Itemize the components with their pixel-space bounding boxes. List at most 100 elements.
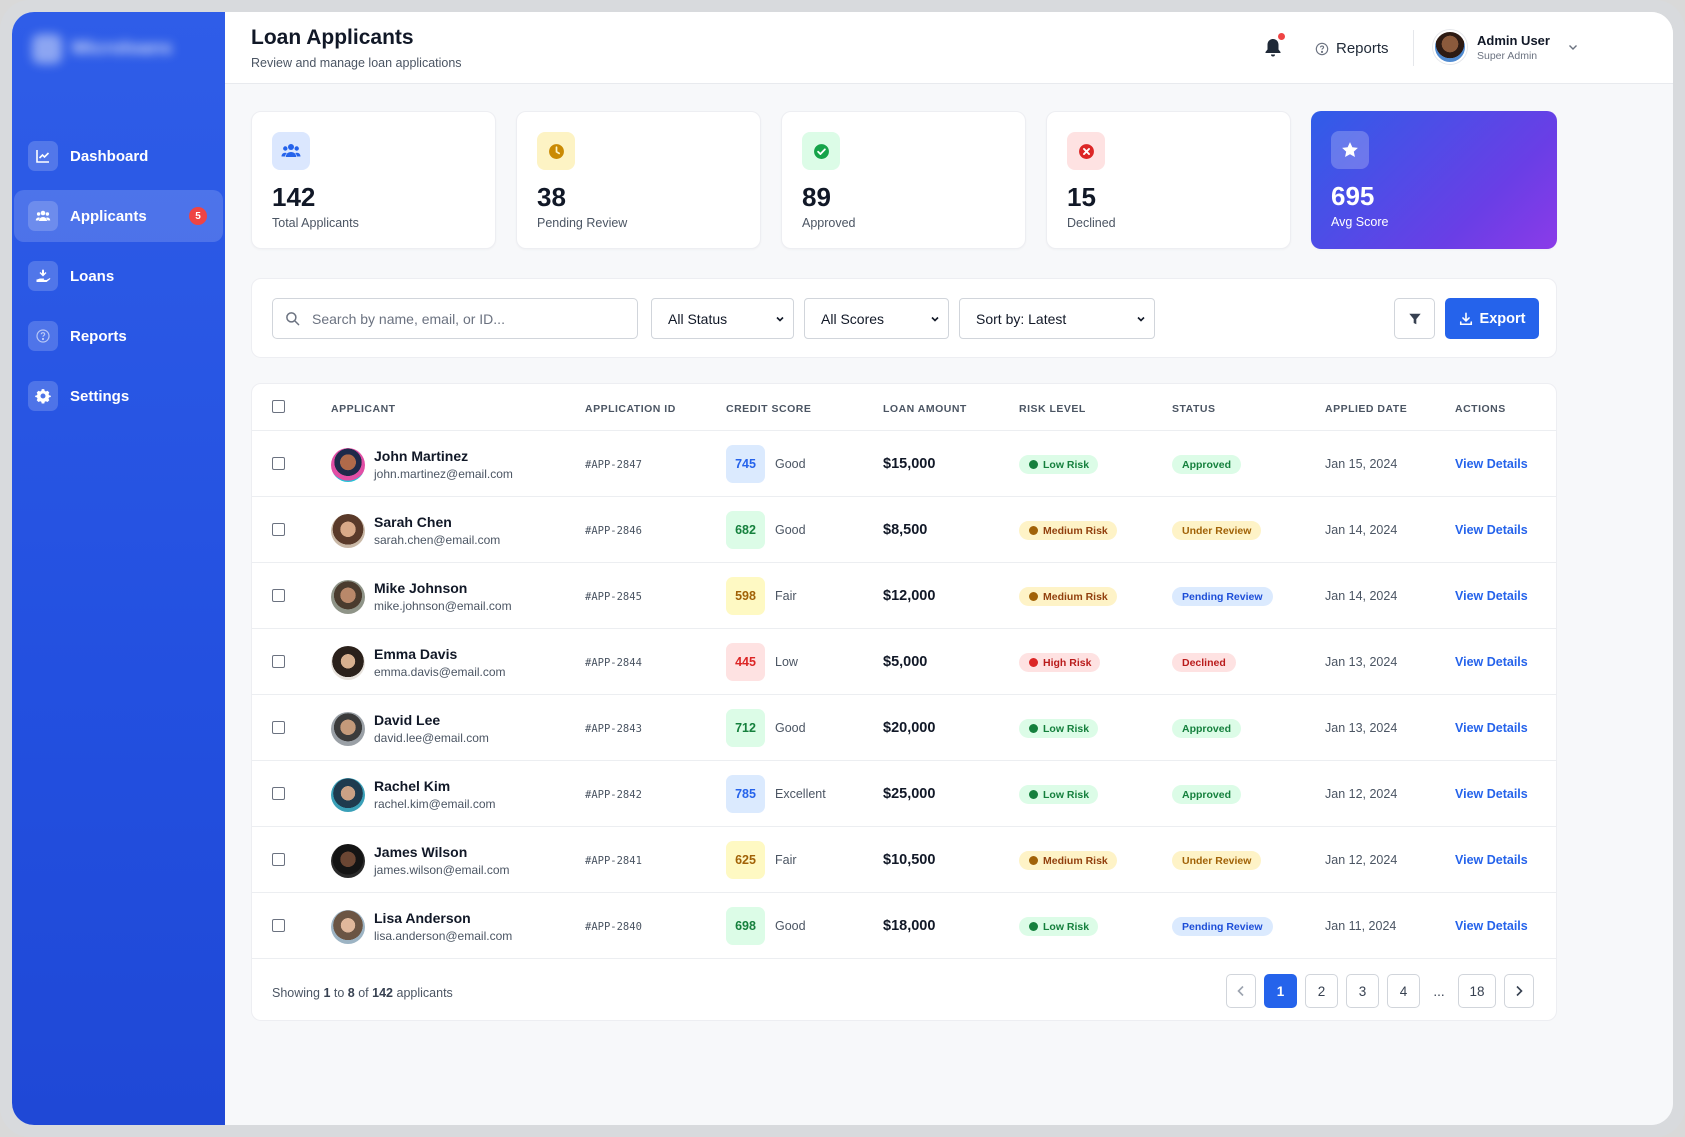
- chart-line-icon: [28, 141, 58, 171]
- risk-badge: Medium Risk: [1019, 521, 1117, 540]
- filter-button[interactable]: [1394, 298, 1435, 339]
- row-checkbox[interactable]: [272, 589, 285, 602]
- applied-date: Jan 13, 2024: [1325, 655, 1398, 669]
- credit-score: 712: [726, 709, 765, 747]
- row-checkbox[interactable]: [272, 523, 285, 536]
- applied-date: Jan 14, 2024: [1325, 589, 1398, 603]
- help-circle-icon: [1315, 42, 1329, 55]
- loan-amount: $10,500: [883, 852, 936, 868]
- applied-date: Jan 12, 2024: [1325, 853, 1398, 867]
- sidebar-item-label: Loans: [70, 267, 115, 285]
- risk-dot: [1029, 592, 1038, 601]
- view-details-link[interactable]: View Details: [1455, 589, 1528, 603]
- select-all-checkbox[interactable]: [272, 400, 285, 413]
- notification-badge: 5: [189, 207, 207, 225]
- stat-label: Declined: [1067, 216, 1116, 230]
- view-details-link[interactable]: View Details: [1455, 655, 1528, 669]
- credit-score-label: Good: [775, 919, 806, 933]
- risk-badge: Low Risk: [1019, 719, 1099, 738]
- sidebar-item-loans[interactable]: Loans: [14, 250, 223, 302]
- table-row: Lisa Anderson lisa.anderson@email.com #A…: [252, 893, 1556, 959]
- column-header: APPLIED DATE: [1325, 403, 1408, 415]
- applicants-table: APPLICANT APPLICATION ID CREDIT SCORE LO…: [251, 383, 1557, 1021]
- view-details-link[interactable]: View Details: [1455, 853, 1528, 867]
- row-checkbox[interactable]: [272, 787, 285, 800]
- page-button[interactable]: 18: [1458, 974, 1496, 1008]
- pagination-ellipsis: ...: [1433, 983, 1445, 999]
- applicant-email: john.martinez@email.com: [374, 467, 513, 481]
- applied-date: Jan 12, 2024: [1325, 787, 1398, 801]
- column-header: ACTIONS: [1455, 403, 1506, 415]
- page-subtitle: Review and manage loan applications: [251, 56, 462, 70]
- applied-date: Jan 13, 2024: [1325, 721, 1398, 735]
- brand-logo: [32, 34, 62, 64]
- stat-value: 38: [537, 182, 566, 212]
- header-divider: [1413, 30, 1414, 66]
- sidebar-item-settings[interactable]: Settings: [14, 370, 223, 422]
- row-checkbox[interactable]: [272, 853, 285, 866]
- topbar: Loan Applicants Review and manage loan a…: [225, 12, 1673, 84]
- table-header: APPLICANT APPLICATION ID CREDIT SCORE LO…: [252, 384, 1556, 431]
- credit-score: 598: [726, 577, 765, 615]
- search-input[interactable]: [312, 310, 612, 327]
- table-row: Sarah Chen sarah.chen@email.com #APP-284…: [252, 497, 1556, 563]
- risk-dot: [1029, 658, 1038, 667]
- risk-label: Low Risk: [1043, 920, 1090, 933]
- status-badge: Approved: [1172, 719, 1242, 738]
- user-menu[interactable]: Admin User Super Admin: [1433, 30, 1578, 64]
- column-header: STATUS: [1172, 403, 1216, 415]
- table-row: John Martinez john.martinez@email.com #A…: [252, 431, 1556, 497]
- view-details-link[interactable]: View Details: [1455, 457, 1528, 471]
- applicant-name: James Wilson: [374, 844, 468, 860]
- row-checkbox[interactable]: [272, 457, 285, 470]
- stat-label: Avg Score: [1331, 215, 1389, 229]
- x-circle-icon: [1067, 132, 1105, 170]
- applicant-name: Lisa Anderson: [374, 910, 471, 926]
- page-button[interactable]: 2: [1305, 974, 1338, 1008]
- showing-prefix: Showing: [272, 986, 320, 1000]
- chevron-left-icon: [1237, 985, 1244, 997]
- sidebar-item-reports[interactable]: Reports: [14, 310, 223, 362]
- view-details-link[interactable]: View Details: [1455, 721, 1528, 735]
- view-details-link[interactable]: View Details: [1455, 919, 1528, 933]
- scores-select[interactable]: All Scores: [804, 298, 949, 339]
- credit-score-label: Good: [775, 457, 806, 471]
- applicant-email: lisa.anderson@email.com: [374, 929, 513, 943]
- sidebar-item-label: Reports: [70, 327, 127, 345]
- status-badge: Pending Review: [1172, 587, 1273, 606]
- avatar: [331, 514, 365, 548]
- filter-bar: All Status All Scores Sort by: Latest Ex…: [251, 278, 1557, 358]
- view-details-link[interactable]: View Details: [1455, 787, 1528, 801]
- stat-value: 15: [1067, 182, 1096, 212]
- sort-select[interactable]: Sort by: Latest: [959, 298, 1155, 339]
- row-checkbox[interactable]: [272, 721, 285, 734]
- sidebar-item-label: Dashboard: [70, 147, 149, 165]
- showing-of-word: of: [358, 986, 369, 1000]
- view-details-link[interactable]: View Details: [1455, 523, 1528, 537]
- row-checkbox[interactable]: [272, 655, 285, 668]
- row-checkbox[interactable]: [272, 919, 285, 932]
- sidebar-item-dashboard[interactable]: Dashboard: [14, 130, 223, 182]
- risk-badge: High Risk: [1019, 653, 1101, 672]
- avatar: [1433, 30, 1467, 64]
- brand-name: Microloans: [72, 38, 173, 59]
- bell-icon[interactable]: [1263, 37, 1283, 59]
- reports-link-label: Reports: [1336, 40, 1389, 57]
- prev-page-button[interactable]: [1226, 974, 1256, 1008]
- export-button[interactable]: Export: [1445, 298, 1539, 339]
- page-button[interactable]: 4: [1387, 974, 1420, 1008]
- pagination: 1 2 3 4 ... 18: [1226, 974, 1534, 1008]
- page-button[interactable]: 1: [1264, 974, 1297, 1008]
- sidebar: Microloans Dashboard Applicants 5 Loans …: [12, 12, 225, 1125]
- page-button[interactable]: 3: [1346, 974, 1379, 1008]
- sidebar-item-applicants[interactable]: Applicants 5: [14, 190, 223, 242]
- header-reports-link[interactable]: Reports: [1315, 40, 1389, 57]
- avatar: [331, 844, 365, 878]
- next-page-button[interactable]: [1504, 974, 1534, 1008]
- credit-score: 745: [726, 445, 765, 483]
- credit-score: 625: [726, 841, 765, 879]
- applicant-name: David Lee: [374, 712, 441, 728]
- table-row: Mike Johnson mike.johnson@email.com #APP…: [252, 563, 1556, 629]
- status-select[interactable]: All Status: [651, 298, 794, 339]
- credit-score-label: Fair: [775, 589, 797, 603]
